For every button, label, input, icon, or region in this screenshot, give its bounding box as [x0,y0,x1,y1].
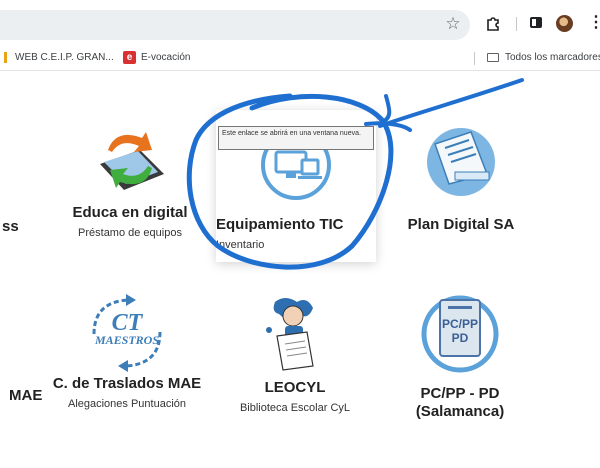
tile-subtitle: Alegaciones Puntuación [67,398,187,410]
tile-title: Plan Digital SA [407,216,515,233]
tile-plan-digital[interactable]: Plan Digital SA [396,122,526,234]
tile-traslados-mae[interactable]: CT MAESTROS C. de Traslados MAE Alegacio… [52,292,202,411]
logo-text-pcpp: PC/PP [442,317,478,331]
tile-title: Educa en digital [72,204,188,221]
tile-title: Equipamiento TIC [216,216,344,233]
tile-subtitle: Inventario [216,239,265,251]
tile-title: LEOCYL [264,379,326,396]
tile-educa-en-digital[interactable]: Educa en digital Préstamo de equipos [60,120,200,240]
tile-leocyl[interactable]: LEOCYL Biblioteca Escolar CyL [225,292,365,415]
bookmark-star-icon[interactable]: ☆ [443,14,463,34]
tile-title: C. de Traslados MAE [52,375,202,392]
logo-text-pd: PD [452,331,469,345]
all-bookmarks-label: Todos los marcadores [505,52,600,63]
document-pcpp-icon: PC/PP PD [421,295,499,373]
profile-avatar[interactable] [556,15,573,32]
bookmark-label: E-vocación [141,52,191,64]
tile-title-line2: (Salamanca) [415,403,505,420]
document-laptop-icon [427,128,495,196]
folder-icon [487,52,499,62]
tile-partial-top[interactable]: ss [0,218,28,236]
laptop-exchange-icon [100,132,164,190]
bookmark-evocacion[interactable]: e E-vocación [123,51,190,65]
traslados-logo-icon: CT MAESTROS [92,294,162,372]
bookmarks-separator [474,52,475,65]
tile-subtitle: Préstamo de equipos [78,227,182,239]
evocacion-favicon-icon: e [123,51,136,64]
address-bar[interactable] [0,10,470,40]
tile-partial-bottom[interactable]: MAE [0,387,44,405]
bookmark-favicon [4,51,7,63]
extensions-icon[interactable] [485,15,501,31]
tile-title: MAE [9,387,43,404]
bookmark-web-ceip[interactable]: WEB C.E.I.P. GRAN... [4,51,114,65]
tile-pcpp-pd[interactable]: PC/PP PD PC/PP - PD (Salamanca) [390,290,530,421]
link-tooltip: Este enlace se abrirá en una ventana nue… [218,126,374,150]
tile-title: PC/PP - PD [420,385,500,402]
all-bookmarks-button[interactable]: Todos los marcadores [487,51,600,65]
tile-subtitle: Biblioteca Escolar CyL [239,402,351,414]
browser-toolbar: ☆ ⋮ [0,0,600,46]
bookmarks-bar: WEB C.E.I.P. GRAN... e E-vocación Todos l… [0,46,600,71]
reading-child-icon [266,298,314,371]
bookmark-label: WEB C.E.I.P. GRAN... [15,52,114,63]
menu-icon[interactable]: ⋮ [588,13,600,33]
toolbar-separator [516,17,517,31]
side-panel-icon[interactable] [530,17,542,28]
logo-text-maestros: MAESTROS [94,333,159,347]
tile-title: ss [2,218,19,235]
